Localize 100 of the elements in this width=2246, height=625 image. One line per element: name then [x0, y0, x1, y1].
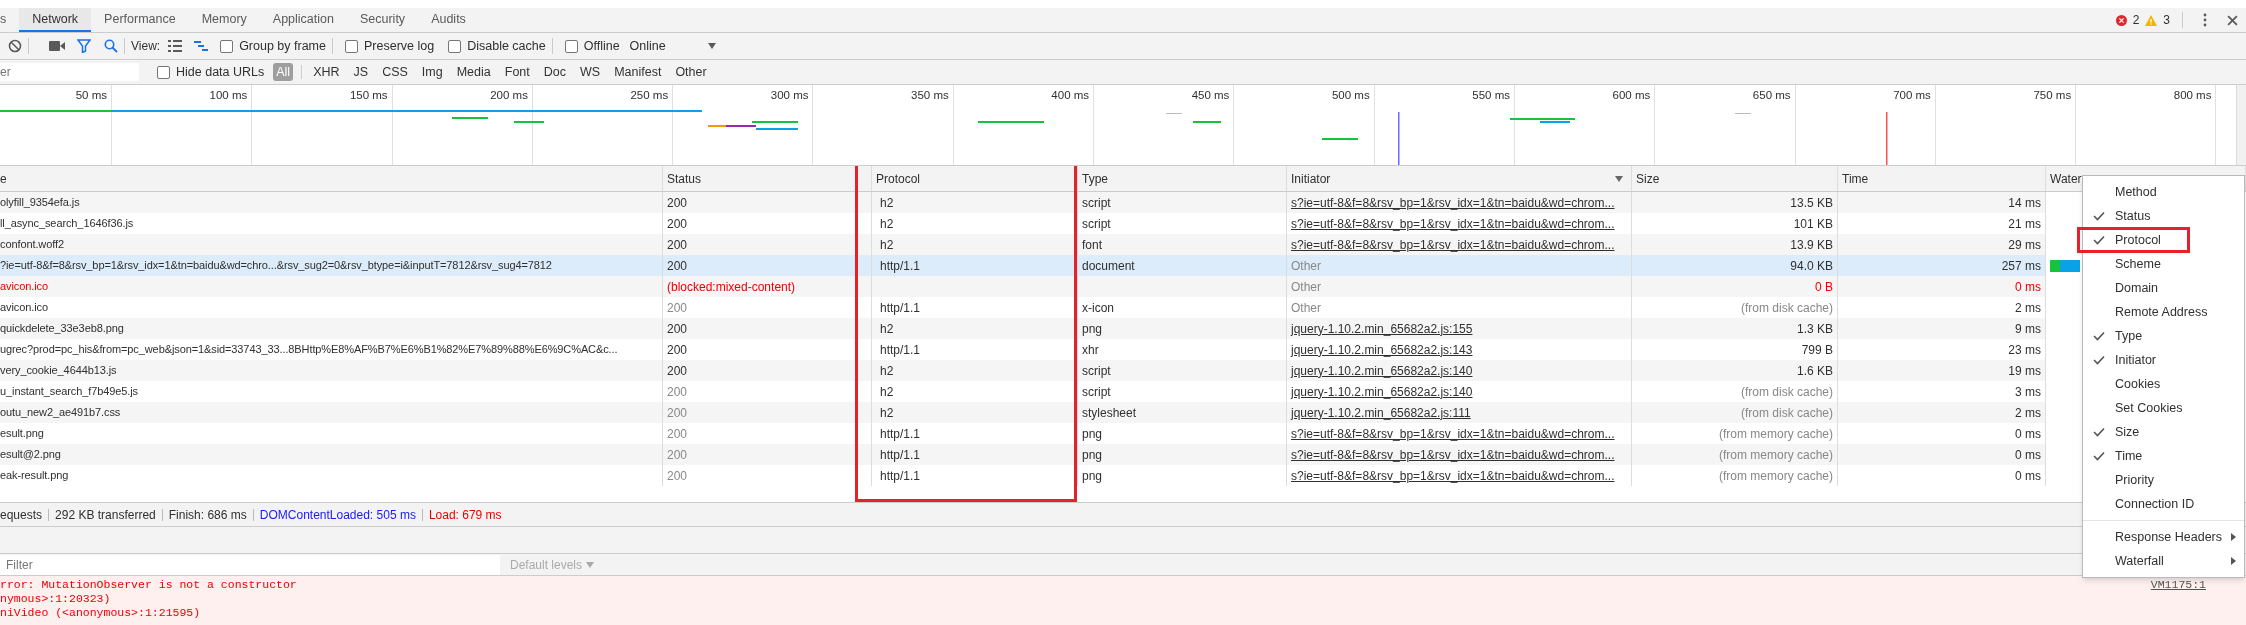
menu-item[interactable]: Protocol: [2083, 228, 2244, 252]
column-header[interactable]: Time: [1842, 169, 1869, 188]
request-row[interactable]: eak-result.png 200 http/1.1 png s?ie=utf-8&f=8&rsv_bp=1&rsv_idx=1&tn=baidu&wd=chrom... (from memory cache) 0 ms: [0, 465, 2046, 486]
type-filter-button[interactable]: JS: [350, 62, 372, 82]
more-options-icon[interactable]: [2203, 13, 2207, 27]
warning-count[interactable]: 3: [2163, 11, 2170, 29]
list-view-icon[interactable]: [168, 40, 183, 52]
panel-tab[interactable]: Performance: [91, 8, 189, 32]
request-row[interactable]: outu_new2_ae491b7.css 200 h2 stylesheet jquery-1.10.2.min_65682a2.js:111 (from disk cache) 2 ms: [0, 402, 2046, 423]
type-filter-button[interactable]: CSS: [379, 62, 411, 82]
request-row[interactable]: esult.png 200 http/1.1 png s?ie=utf-8&f=8&rsv_bp=1&rsv_idx=1&tn=baidu&wd=chrom... (from memory cache) 0 ms: [0, 423, 2046, 444]
console-filter-field[interactable]: Filter: [0, 554, 500, 575]
menu-item[interactable]: Initiator: [2083, 348, 2244, 372]
menu-item[interactable]: Set Cookies: [2083, 396, 2244, 420]
submenu-item[interactable]: Response Headers: [2083, 525, 2244, 549]
time-tick-label: 650 ms: [1752, 88, 1791, 102]
initiator-link[interactable]: jquery-1.10.2.min_65682a2.js:140: [1291, 382, 1473, 401]
column-header[interactable]: Initiator: [1291, 169, 1331, 188]
camera-icon[interactable]: [49, 41, 65, 51]
column-header[interactable]: e: [0, 169, 7, 188]
url-search-field[interactable]: er: [0, 63, 139, 81]
menu-item[interactable]: Status: [2083, 204, 2244, 228]
table-cell-text: 200: [667, 320, 688, 338]
column-header[interactable]: Status: [667, 169, 702, 188]
checkbox[interactable]: [157, 65, 170, 79]
scrollbar[interactable]: [2236, 85, 2246, 165]
type-filter-button[interactable]: Manifest: [611, 62, 665, 82]
checkbox[interactable]: [220, 39, 234, 53]
menu-item[interactable]: Type: [2083, 324, 2244, 348]
initiator-link[interactable]: jquery-1.10.2.min_65682a2.js:140: [1291, 361, 1473, 380]
menu-item[interactable]: Connection ID: [2083, 492, 2244, 516]
checkbox[interactable]: [564, 39, 578, 53]
request-row[interactable]: ?ie=utf-8&f=8&rsv_bp=1&rsv_idx=1&tn=baidu&wd=chro...&rsv_sug2=0&rsv_btype=i&inputT=7812&rsv_sug4=7812 200 http/1.1 document Other 94.0 KB 257 ms: [0, 255, 2046, 276]
type-filter-button[interactable]: Img: [418, 62, 446, 82]
type-filter-button[interactable]: Font: [501, 62, 533, 82]
type-filter-button[interactable]: Media: [453, 62, 494, 82]
request-name: confont.woff2: [0, 237, 64, 253]
menu-item[interactable]: Domain: [2083, 276, 2244, 300]
initiator-link[interactable]: s?ie=utf-8&f=8&rsv_bp=1&rsv_idx=1&tn=baidu&wd=chrom...: [1291, 214, 1615, 233]
search-icon[interactable]: [104, 39, 118, 53]
clear-icon[interactable]: [8, 39, 22, 53]
request-row[interactable]: olyfill_9354efa.js 200 h2 script s?ie=utf-8&f=8&rsv_bp=1&rsv_idx=1&tn=baidu&wd=chrom... 13.5 KB 14 ms: [0, 192, 2046, 213]
close-icon[interactable]: [2227, 14, 2238, 26]
panel-tab[interactable]: Security: [346, 8, 419, 32]
panel-tab[interactable]: Application: [259, 8, 347, 32]
request-name: esult@2.png: [0, 447, 61, 463]
initiator-link[interactable]: jquery-1.10.2.min_65682a2.js:155: [1291, 319, 1473, 338]
initiator-link[interactable]: jquery-1.10.2.min_65682a2.js:111: [1291, 403, 1471, 422]
checkmark-icon: [2093, 235, 2105, 245]
table-cell-text: document: [1082, 257, 1135, 275]
column-header[interactable]: Protocol: [876, 169, 921, 188]
request-row[interactable]: confont.woff2 200 h2 font s?ie=utf-8&f=8&rsv_bp=1&rsv_idx=1&tn=baidu&wd=chrom... 13.9 KB 29 ms: [0, 234, 2046, 255]
menu-item[interactable]: Priority: [2083, 468, 2244, 492]
initiator-link[interactable]: s?ie=utf-8&f=8&rsv_bp=1&rsv_idx=1&tn=baidu&wd=chrom...: [1291, 445, 1615, 464]
request-row[interactable]: avicon.ico (blocked:mixed-content) Other 0 B 0 ms: [0, 276, 2046, 297]
menu-item[interactable]: Cookies: [2083, 372, 2244, 396]
request-row[interactable]: ugrec?prod=pc_his&from=pc_web&json=1&sid=33743_33...8BHttp%E8%AF%B7%E6%B1%82%E7%89%88%E6%9C%AC&c... 200 http/1.1 xhr jquery-1.10.2.min_65682a2.js:143 799 B 23 ms: [0, 339, 2046, 360]
type-filter-button[interactable]: XHR: [310, 62, 343, 82]
request-row[interactable]: avicon.ico 200 http/1.1 x-icon Other (from disk cache) 2 ms: [0, 297, 2046, 318]
initiator-link[interactable]: s?ie=utf-8&f=8&rsv_bp=1&rsv_idx=1&tn=baidu&wd=chrom...: [1291, 235, 1615, 254]
checkbox[interactable]: [448, 39, 462, 53]
table-cell-text: 1.3 KB: [1796, 320, 1833, 338]
request-row[interactable]: quickdelete_33e3eb8.png 200 h2 png jquery-1.10.2.min_65682a2.js:155 1.3 KB 9 ms: [0, 318, 2046, 339]
initiator-link[interactable]: s?ie=utf-8&f=8&rsv_bp=1&rsv_idx=1&tn=baidu&wd=chrom...: [1291, 193, 1615, 212]
menu-item[interactable]: Scheme: [2083, 252, 2244, 276]
request-row[interactable]: u_instant_search_f7b49e5.js 200 h2 script jquery-1.10.2.min_65682a2.js:140 (from disk cache) 3 ms: [0, 381, 2046, 402]
column-header[interactable]: Water: [2050, 169, 2082, 188]
type-filter-button[interactable]: WS: [577, 62, 604, 82]
menu-item[interactable]: Size: [2083, 420, 2244, 444]
menu-item[interactable]: Remote Address: [2083, 300, 2244, 324]
panel-tab[interactable]: s: [0, 8, 20, 32]
filter-icon[interactable]: [77, 39, 91, 53]
initiator-link[interactable]: s?ie=utf-8&f=8&rsv_bp=1&rsv_idx=1&tn=baidu&wd=chrom...: [1291, 424, 1615, 443]
time-tick-label: 450 ms: [1191, 88, 1230, 102]
request-row[interactable]: ll_async_search_1646f36.js 200 h2 script s?ie=utf-8&f=8&rsv_bp=1&rsv_idx=1&tn=baidu&wd=chrom... 101 KB 21 ms: [0, 213, 2046, 234]
initiator-link[interactable]: jquery-1.10.2.min_65682a2.js:143: [1291, 340, 1473, 359]
menu-item[interactable]: Method: [2083, 180, 2244, 204]
throttling-dropdown[interactable]: Online: [629, 36, 716, 56]
table-cell-text: http/1.1: [880, 446, 921, 464]
type-filter-button[interactable]: Doc: [540, 62, 569, 82]
table-cell-text: Other: [1291, 278, 1321, 296]
request-row[interactable]: very_cookie_4644b13.js 200 h2 script jquery-1.10.2.min_65682a2.js:140 1.6 KB 19 ms: [0, 360, 2046, 381]
panel-tab[interactable]: Memory: [188, 8, 260, 32]
table-cell-text: x-icon: [1082, 299, 1114, 317]
table-cell-text: 200: [667, 215, 688, 233]
column-header[interactable]: Size: [1636, 169, 1660, 188]
panel-tab[interactable]: Network: [19, 8, 92, 32]
panel-tab[interactable]: Audits: [418, 8, 479, 32]
initiator-link[interactable]: s?ie=utf-8&f=8&rsv_bp=1&rsv_idx=1&tn=baidu&wd=chrom...: [1291, 466, 1615, 485]
submenu-item[interactable]: Waterfall: [2083, 549, 2244, 573]
checkbox[interactable]: [345, 39, 358, 53]
waterfall-view-icon[interactable]: [194, 40, 209, 52]
source-link[interactable]: VM1175:1: [2150, 578, 2206, 592]
column-header[interactable]: Type: [1082, 169, 1108, 188]
request-row[interactable]: esult@2.png 200 http/1.1 png s?ie=utf-8&f=8&rsv_bp=1&rsv_idx=1&tn=baidu&wd=chrom... (from memory cache) 0 ms: [0, 444, 2046, 465]
error-count[interactable]: 2: [2132, 11, 2140, 29]
type-filter-button[interactable]: Other: [672, 62, 710, 82]
time-tick-label: 400 ms: [1051, 88, 1090, 102]
time-tick-label: 350 ms: [911, 88, 949, 102]
menu-item[interactable]: Time: [2083, 444, 2244, 468]
